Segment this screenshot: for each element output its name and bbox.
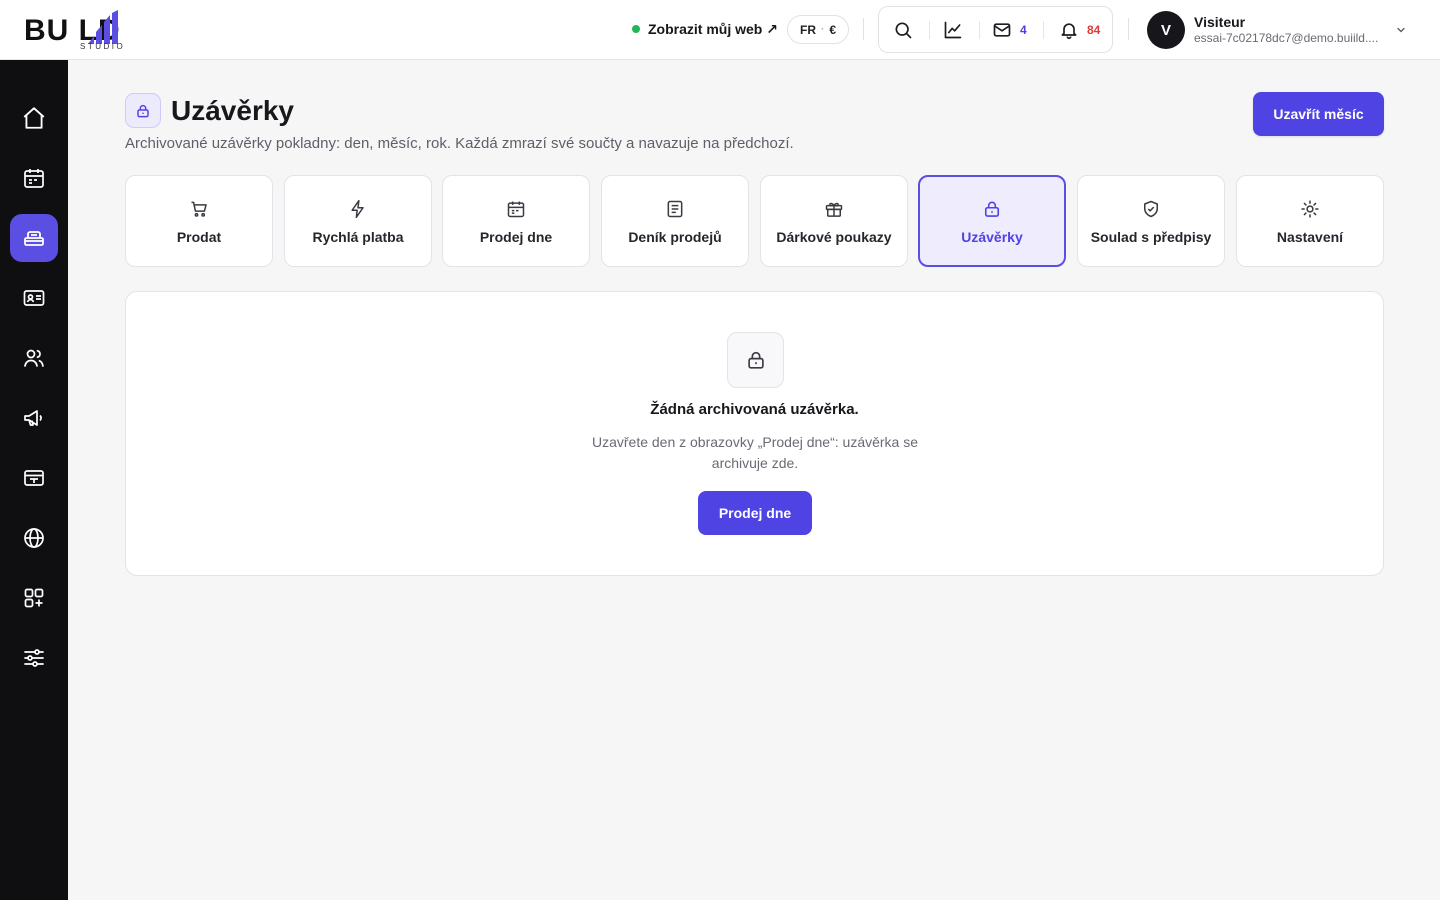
brand-logo[interactable]: BU LD STUDIO: [24, 8, 184, 52]
lightning-icon: [351, 199, 364, 219]
gift-icon: [825, 202, 843, 217]
close-month-button[interactable]: Uzavřít měsíc: [1253, 92, 1384, 136]
tab-compliance[interactable]: Soulad s předpisy: [1077, 175, 1225, 267]
search-icon: [895, 22, 912, 39]
sidebar-item-home[interactable]: [10, 94, 58, 142]
view-site-link[interactable]: Zobrazit můj web ↗: [632, 18, 778, 40]
shield-check-icon: [1144, 200, 1158, 218]
sidebar-item-website[interactable]: [10, 514, 58, 562]
tab-settings[interactable]: Nastavení: [1236, 175, 1384, 267]
apps-add-icon: [24, 588, 44, 608]
mail-icon: [993, 23, 1011, 37]
notifications-button[interactable]: 84: [1059, 18, 1100, 42]
language-separator: ·: [820, 24, 825, 35]
journal-icon: [667, 200, 683, 218]
language-currency-selector[interactable]: FR · €: [787, 15, 849, 44]
calendar-icon: [507, 201, 525, 218]
cart-icon: [191, 201, 207, 217]
divider: [979, 21, 980, 39]
tab-sales-journal[interactable]: Deník prodejů: [601, 175, 749, 267]
empty-state-text: Uzavřete den z obrazovky „Prodej dne“: u…: [591, 434, 919, 471]
user-email: essai-7c02178dc7@demo.buiild....: [1194, 31, 1379, 45]
globe-icon: [24, 528, 44, 548]
tab-sell[interactable]: Prodat: [125, 175, 273, 267]
currency-symbol: €: [829, 22, 837, 37]
tab-label: Deník prodejů: [628, 229, 722, 245]
divider: [1128, 18, 1129, 40]
logo-bars-icon: [88, 10, 118, 44]
sliders-icon: [24, 649, 44, 667]
contact-card-icon: [23, 290, 45, 306]
tab-label: Prodej dne: [479, 229, 553, 245]
sidebar: [0, 60, 68, 900]
tab-label: Rychlá platba: [312, 229, 404, 245]
sidebar-item-marketing[interactable]: [10, 394, 58, 442]
users-icon: [24, 349, 44, 367]
daily-sales-button[interactable]: Prodej dne: [698, 491, 812, 535]
sidebar-item-contacts[interactable]: [10, 274, 58, 322]
avatar: V: [1147, 11, 1185, 49]
bell-icon: [1061, 23, 1077, 40]
tab-label: Soulad s předpisy: [1090, 229, 1212, 245]
chart-line-icon: [944, 21, 962, 39]
lock-icon: [984, 201, 1000, 217]
divider: [929, 21, 930, 39]
sidebar-item-apps[interactable]: [10, 574, 58, 622]
sidebar-item-cash-register[interactable]: [10, 214, 58, 262]
online-status-dot: [632, 25, 640, 33]
analytics-button[interactable]: [943, 18, 963, 42]
top-bar: BU LD STUDIO Zobrazit můj web ↗ FR · € 4: [0, 0, 1440, 60]
chevron-down-icon: [1397, 27, 1405, 33]
payment-terminal-icon: [24, 470, 44, 486]
user-name: Visiteur: [1194, 14, 1246, 30]
divider: [1043, 21, 1044, 39]
toolbar: 4 84: [878, 6, 1113, 53]
sidebar-item-calendar[interactable]: [10, 154, 58, 202]
closures-empty-card: Žádná archivovaná uzávěrka. Uzavřete den…: [125, 291, 1384, 576]
view-site-label: Zobrazit můj web ↗: [648, 20, 778, 37]
tab-label: Dárkové poukazy: [776, 229, 892, 245]
tab-label: Uzávěrky: [961, 229, 1023, 245]
sidebar-item-customers[interactable]: [10, 334, 58, 382]
tab-gift-vouchers[interactable]: Dárkové poukazy: [760, 175, 908, 267]
user-menu[interactable]: V Visiteur essai-7c02178dc7@demo.buiild.…: [1147, 11, 1417, 49]
page-title: Uzávěrky: [171, 95, 294, 126]
tab-daily-sales[interactable]: Prodej dne: [442, 175, 590, 267]
lock-icon: [137, 104, 149, 117]
cash-register-icon: [24, 231, 44, 246]
lock-icon: [747, 351, 764, 369]
page-subtitle: Archivované uzávěrky pokladny: den, měsí…: [125, 135, 794, 152]
sidebar-item-payments[interactable]: [10, 454, 58, 502]
notifications-count: 84: [1087, 23, 1101, 37]
search-button[interactable]: [893, 18, 913, 42]
divider: [863, 18, 864, 40]
megaphone-icon: [24, 410, 42, 426]
home-icon: [23, 107, 45, 129]
page-title-badge: [125, 93, 161, 128]
tab-closures[interactable]: Uzávěrky: [918, 175, 1066, 267]
empty-state-title: Žádná archivovaná uzávěrka.: [650, 401, 859, 418]
messages-count: 4: [1020, 23, 1027, 37]
empty-state-badge: [727, 332, 784, 388]
language-code: FR: [799, 22, 816, 37]
calendar-icon: [24, 169, 44, 188]
tab-label: Prodat: [176, 229, 222, 245]
tab-quick-pay[interactable]: Rychlá platba: [284, 175, 432, 267]
sun-settings-icon: [1301, 200, 1319, 218]
logo-subtitle: STUDIO: [80, 42, 126, 51]
pos-tabs: Prodat Rychlá platba Prodej dne Deník pr…: [125, 175, 1384, 267]
tab-label: Nastavení: [1276, 229, 1344, 245]
sidebar-item-settings[interactable]: [10, 634, 58, 682]
messages-button[interactable]: 4: [992, 18, 1027, 42]
